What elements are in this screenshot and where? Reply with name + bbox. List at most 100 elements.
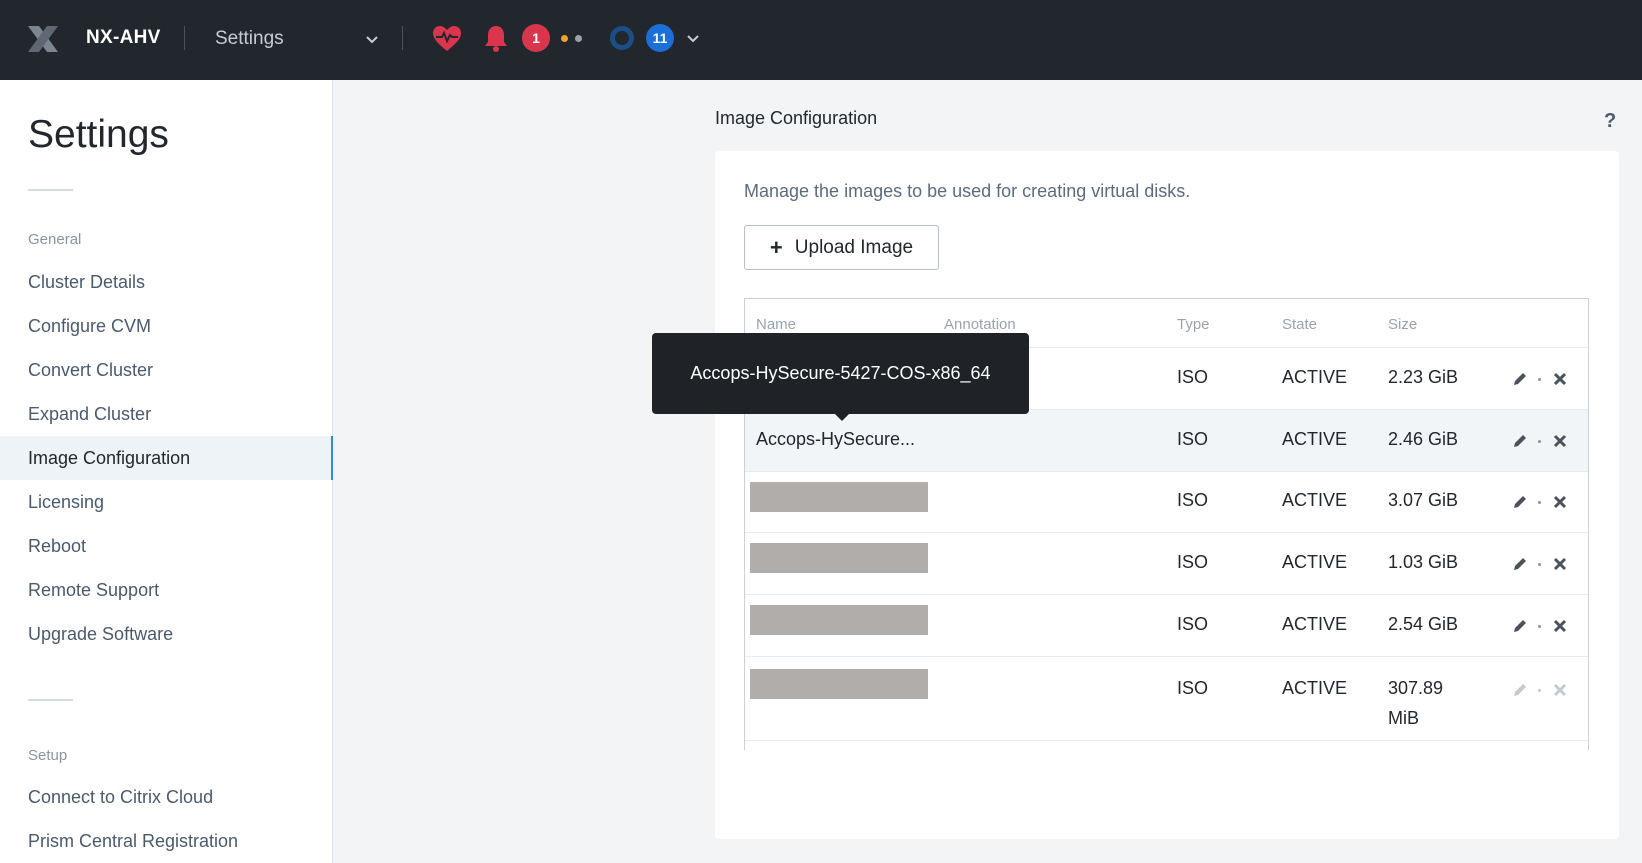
- sidebar-item-image-configuration[interactable]: Image Configuration: [0, 436, 333, 480]
- image-state: ACTIVE: [1282, 614, 1348, 634]
- tooltip-arrow: [834, 413, 850, 421]
- divider: [28, 699, 73, 701]
- sidebar-item-expand-cluster[interactable]: Expand Cluster: [0, 392, 333, 436]
- divider: [28, 189, 73, 191]
- redacted-name-block: [750, 543, 928, 573]
- image-type: ISO: [1177, 429, 1209, 449]
- sidebar-item-cluster-details[interactable]: Cluster Details: [0, 260, 333, 304]
- alerts-count-badge[interactable]: 1: [522, 24, 550, 52]
- redacted-name-block: [750, 669, 928, 699]
- sidebar-title: Settings: [28, 113, 169, 156]
- column-header-state[interactable]: State: [1282, 316, 1317, 333]
- tasks-count-badge[interactable]: 11: [646, 24, 674, 52]
- upload-image-label: Upload Image: [794, 236, 914, 258]
- panel-description: Manage the images to be used for creatin…: [744, 181, 1191, 201]
- upload-image-button[interactable]: + Upload Image: [744, 225, 939, 270]
- divider: [184, 26, 185, 50]
- pencil-icon[interactable]: [1513, 557, 1527, 571]
- row-actions: [1513, 431, 1573, 451]
- image-name[interactable]: Accops-HySecure...: [756, 429, 915, 450]
- table-row[interactable]: ISO ACTIVE 3.07 GiB: [745, 472, 1588, 533]
- row-actions: [1513, 554, 1573, 574]
- image-type: ISO: [1177, 552, 1209, 572]
- chevron-down-icon[interactable]: [684, 29, 702, 47]
- close-icon[interactable]: [1553, 434, 1567, 448]
- pencil-icon[interactable]: [1513, 495, 1527, 509]
- row-actions: [1513, 616, 1573, 636]
- pencil-icon: [1514, 684, 1526, 696]
- warning-status-dot: [561, 35, 568, 42]
- pencil-icon[interactable]: [1513, 619, 1527, 633]
- table-row[interactable]: Accops-HySecure... ISO ACTIVE 2.46 GiB: [745, 410, 1588, 472]
- cluster-name[interactable]: NX-AHV: [86, 27, 161, 49]
- redacted-name-block: [750, 605, 928, 635]
- separator-dot: [1538, 439, 1541, 443]
- image-configuration-panel: Manage the images to be used for creatin…: [715, 151, 1619, 839]
- sidebar-item-convert-cluster[interactable]: Convert Cluster: [0, 348, 333, 392]
- help-icon[interactable]: ?: [1604, 110, 1616, 133]
- image-name-tooltip: Accops-HySecure-5427-COS-x86_64: [652, 333, 1029, 414]
- column-header-size[interactable]: Size: [1388, 316, 1417, 333]
- nutanix-logo-icon[interactable]: [26, 24, 60, 54]
- sidebar-item-upgrade-software[interactable]: Upgrade Software: [0, 612, 333, 656]
- info-status-dot: [575, 35, 582, 42]
- image-size: 3.07 GiB: [1388, 490, 1459, 510]
- table-row[interactable]: ISO ACTIVE 307.89 MiB: [745, 657, 1588, 741]
- close-icon[interactable]: [1553, 495, 1567, 509]
- image-size: 1.03 GiB: [1388, 552, 1459, 572]
- section-label-general: General: [28, 231, 82, 248]
- image-type: ISO: [1177, 678, 1209, 698]
- row-actions: [1513, 492, 1573, 512]
- divider: [402, 26, 403, 50]
- separator-dot: [1538, 500, 1541, 504]
- tasks-ring-icon[interactable]: [610, 26, 634, 50]
- sidebar-item-configure-cvm[interactable]: Configure CVM: [0, 304, 333, 348]
- image-state: ACTIVE: [1282, 678, 1348, 698]
- sidebar-item-prism-central-registration[interactable]: Prism Central Registration: [0, 819, 333, 863]
- close-icon[interactable]: [1553, 619, 1567, 633]
- plus-icon: +: [769, 234, 783, 260]
- sidebar-item-licensing[interactable]: Licensing: [0, 480, 333, 524]
- image-state: ACTIVE: [1282, 490, 1348, 510]
- image-state: ACTIVE: [1282, 552, 1348, 572]
- pencil-icon[interactable]: [1513, 434, 1527, 448]
- settings-sidebar: Settings General Cluster Details Configu…: [0, 80, 333, 863]
- sidebar-item-connect-citrix-cloud[interactable]: Connect to Citrix Cloud: [0, 775, 333, 819]
- close-icon[interactable]: [1553, 372, 1567, 386]
- image-size-unit: MiB: [1388, 708, 1419, 728]
- top-navigation-bar: NX-AHV Settings 1 11: [0, 0, 1642, 80]
- separator-dot: [1538, 562, 1541, 566]
- image-size: 2.54 GiB: [1388, 614, 1459, 634]
- table-row[interactable]: ISO ACTIVE 2.54 GiB: [745, 595, 1588, 657]
- column-header-name[interactable]: Name: [756, 316, 796, 333]
- image-type: ISO: [1177, 367, 1209, 387]
- image-type: ISO: [1177, 490, 1209, 510]
- sidebar-item-reboot[interactable]: Reboot: [0, 524, 333, 568]
- column-header-annotation[interactable]: Annotation: [944, 316, 1016, 333]
- pencil-icon[interactable]: [1513, 372, 1527, 386]
- image-type: ISO: [1177, 614, 1209, 634]
- row-actions: [1513, 680, 1573, 700]
- separator-dot: [1538, 377, 1541, 381]
- main-menu-dropdown[interactable]: Settings: [215, 28, 284, 50]
- bell-icon[interactable]: [484, 24, 508, 52]
- image-size-value: 307.89: [1388, 678, 1444, 698]
- heart-pulse-icon[interactable]: [432, 25, 462, 53]
- image-size: 2.46 GiB: [1388, 429, 1459, 449]
- chevron-down-icon[interactable]: [363, 30, 381, 48]
- page-title: Image Configuration: [715, 108, 878, 128]
- image-size: 307.89 MiB: [1388, 673, 1443, 733]
- row-actions: [1513, 369, 1573, 389]
- table-row[interactable]: ISO ACTIVE 1.03 GiB: [745, 533, 1588, 595]
- section-label-setup: Setup: [28, 747, 68, 764]
- image-state: ACTIVE: [1282, 367, 1348, 387]
- separator-dot: [1538, 688, 1541, 692]
- image-size: 2.23 GiB: [1388, 367, 1459, 387]
- separator-dot: [1538, 624, 1541, 628]
- close-icon: [1553, 683, 1567, 697]
- redacted-name-block: [750, 482, 928, 512]
- column-header-type[interactable]: Type: [1177, 316, 1210, 333]
- image-state: ACTIVE: [1282, 429, 1348, 449]
- close-icon[interactable]: [1553, 557, 1567, 571]
- sidebar-item-remote-support[interactable]: Remote Support: [0, 568, 333, 612]
